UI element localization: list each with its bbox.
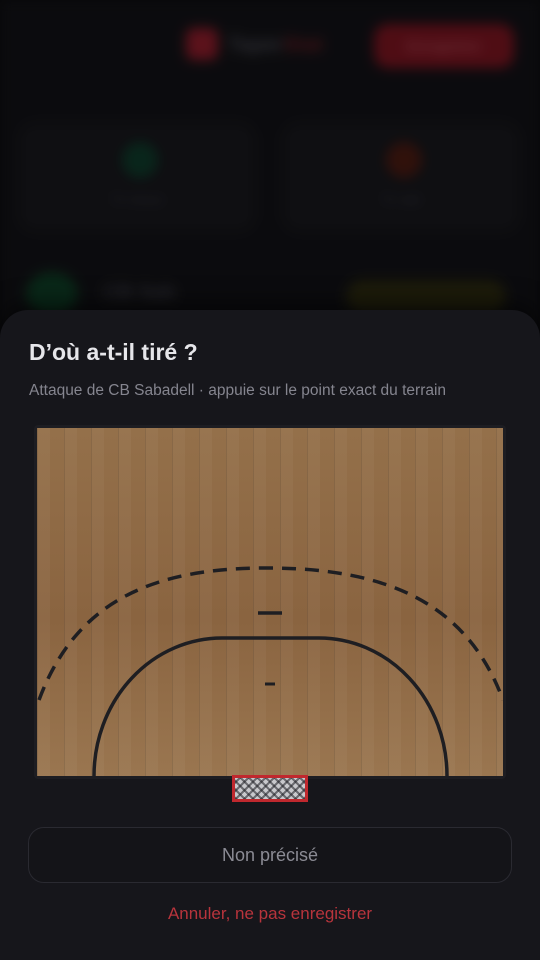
nine-meter-line: [37, 566, 503, 701]
cancel-button[interactable]: Annuler, ne pas enregistrer: [0, 902, 540, 926]
handball-court[interactable]: [37, 428, 503, 776]
court-lines: [37, 566, 503, 776]
six-meter-line: [92, 636, 449, 776]
court-picker[interactable]: [34, 425, 506, 779]
app-root: TaperStat Enregistrer Tir réussi Tir rat…: [0, 0, 540, 960]
shot-location-sheet: D’où a-t-il tiré ? Attaque de CB Sabadel…: [0, 310, 540, 960]
handball-goal-icon: [232, 775, 308, 802]
sheet-title: D’où a-t-il tiré ?: [29, 339, 198, 365]
sheet-subtitle: Attaque de CB Sabadell · appuie sur le p…: [29, 382, 447, 399]
unspecified-location-button[interactable]: Non précisé: [28, 827, 512, 883]
